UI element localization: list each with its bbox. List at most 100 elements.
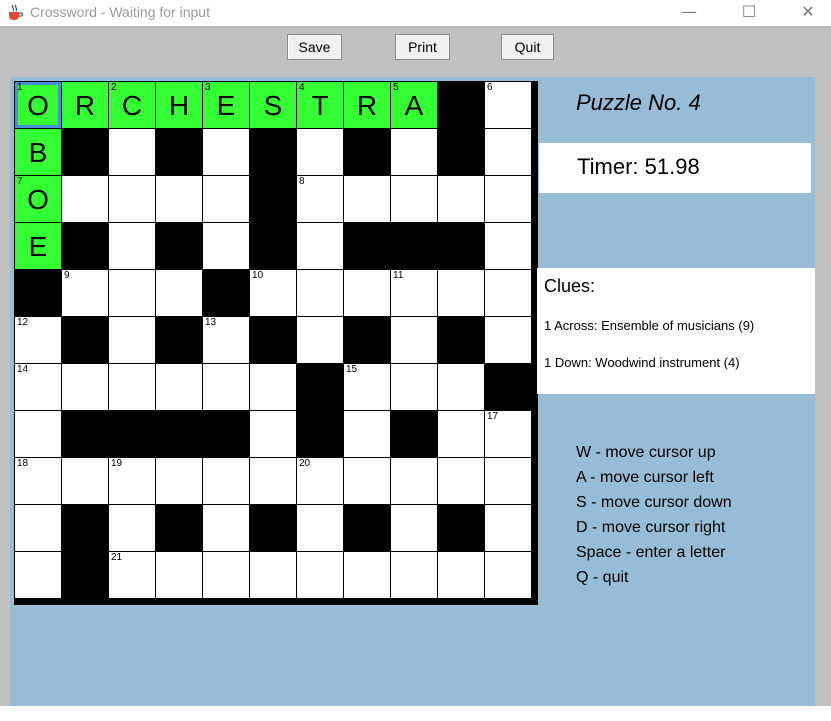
grid-cell[interactable] <box>109 176 155 222</box>
grid-cell[interactable] <box>391 458 437 504</box>
grid-cell[interactable] <box>203 458 249 504</box>
grid-cell[interactable] <box>203 364 249 410</box>
grid-cell[interactable]: B <box>15 129 61 175</box>
crossword-grid[interactable]: 1 O R 2 C H 3 E S 4 T R 5 A 6 B 7 O 8 E 9 10 11 12 13 14 15 17 18 19 2… <box>14 81 538 605</box>
grid-cell-cursor[interactable]: 1O <box>15 82 61 128</box>
grid-cell[interactable] <box>344 176 390 222</box>
grid-cell[interactable] <box>391 176 437 222</box>
close-icon[interactable]: ✕ <box>785 0 831 26</box>
grid-cell[interactable] <box>62 176 108 222</box>
print-button[interactable]: Print <box>395 34 450 60</box>
grid-cell[interactable]: 4T <box>297 82 343 128</box>
grid-cell[interactable]: 12 <box>15 317 61 363</box>
grid-cell[interactable]: 3E <box>203 82 249 128</box>
grid-cell[interactable]: 21 <box>109 552 155 598</box>
grid-cell[interactable]: R <box>62 82 108 128</box>
grid-cell[interactable] <box>203 223 249 269</box>
grid-cell[interactable]: 13 <box>203 317 249 363</box>
grid-cell[interactable]: 6 <box>485 82 531 128</box>
grid-cell[interactable] <box>156 458 202 504</box>
grid-cell[interactable] <box>391 364 437 410</box>
quit-button[interactable]: Quit <box>501 34 554 60</box>
save-button[interactable]: Save <box>287 34 342 60</box>
help-text: W - move cursor up A - move cursor left … <box>576 440 732 590</box>
grid-cell[interactable] <box>344 411 390 457</box>
grid-cell[interactable] <box>438 458 484 504</box>
grid-cell[interactable] <box>203 505 249 551</box>
grid-cell[interactable]: 5A <box>391 82 437 128</box>
grid-cell[interactable] <box>391 317 437 363</box>
grid-cell[interactable] <box>438 411 484 457</box>
grid-cell[interactable] <box>485 223 531 269</box>
grid-cell[interactable] <box>203 552 249 598</box>
grid-cell[interactable]: 10 <box>250 270 296 316</box>
help-line: S - move cursor down <box>576 494 732 511</box>
grid-cell[interactable] <box>344 458 390 504</box>
grid-cell[interactable]: 14 <box>15 364 61 410</box>
grid-cell[interactable] <box>391 505 437 551</box>
grid-cell[interactable] <box>156 176 202 222</box>
grid-cell[interactable] <box>156 364 202 410</box>
grid-cell[interactable] <box>485 176 531 222</box>
grid-cell[interactable] <box>250 552 296 598</box>
grid-cell[interactable] <box>297 270 343 316</box>
maximize-icon[interactable]: ☐ <box>726 0 772 26</box>
grid-cell[interactable] <box>109 317 155 363</box>
grid-cell[interactable] <box>485 458 531 504</box>
grid-cell[interactable] <box>62 458 108 504</box>
grid-cell[interactable] <box>203 129 249 175</box>
grid-cell[interactable]: E <box>15 223 61 269</box>
grid-cell[interactable] <box>344 270 390 316</box>
grid-cell[interactable]: 2C <box>109 82 155 128</box>
grid-cell[interactable] <box>438 176 484 222</box>
grid-cell[interactable] <box>344 552 390 598</box>
grid-cell[interactable] <box>297 552 343 598</box>
grid-cell[interactable] <box>109 223 155 269</box>
grid-cell[interactable] <box>15 552 61 598</box>
grid-cell[interactable] <box>15 411 61 457</box>
grid-cell[interactable] <box>391 129 437 175</box>
grid-cell[interactable]: 19 <box>109 458 155 504</box>
grid-cell[interactable] <box>391 552 437 598</box>
grid-cell[interactable] <box>250 364 296 410</box>
clue-number: 20 <box>299 458 311 469</box>
grid-cell[interactable] <box>156 552 202 598</box>
grid-cell[interactable]: 11 <box>391 270 437 316</box>
minimize-icon[interactable]: — <box>666 0 712 26</box>
grid-cell[interactable] <box>485 552 531 598</box>
grid-cell[interactable] <box>438 270 484 316</box>
grid-cell[interactable]: 18 <box>15 458 61 504</box>
grid-cell[interactable] <box>109 364 155 410</box>
grid-cell[interactable] <box>438 364 484 410</box>
grid-cell[interactable] <box>297 505 343 551</box>
grid-cell[interactable]: 8 <box>297 176 343 222</box>
grid-cell[interactable] <box>297 317 343 363</box>
grid-cell[interactable] <box>485 129 531 175</box>
grid-cell[interactable]: H <box>156 82 202 128</box>
grid-cell[interactable] <box>438 552 484 598</box>
grid-cell[interactable]: 9 <box>62 270 108 316</box>
grid-cell-black <box>156 411 202 457</box>
grid-cell[interactable] <box>109 270 155 316</box>
grid-cell[interactable]: 17 <box>485 411 531 457</box>
grid-cell[interactable] <box>109 129 155 175</box>
grid-cell[interactable]: 15 <box>344 364 390 410</box>
grid-cell[interactable]: S <box>250 82 296 128</box>
clue-number: 19 <box>111 458 123 469</box>
grid-cell[interactable] <box>297 129 343 175</box>
grid-cell[interactable]: 20 <box>297 458 343 504</box>
grid-cell[interactable]: 7O <box>15 176 61 222</box>
grid-cell[interactable] <box>109 505 155 551</box>
grid-cell[interactable] <box>203 176 249 222</box>
grid-cell[interactable] <box>485 270 531 316</box>
grid-cell[interactable] <box>485 317 531 363</box>
grid-cell[interactable]: R <box>344 82 390 128</box>
grid-cell[interactable] <box>250 458 296 504</box>
grid-cell[interactable] <box>156 270 202 316</box>
grid-cell[interactable] <box>297 223 343 269</box>
grid-cell[interactable] <box>62 364 108 410</box>
grid-cell[interactable] <box>250 411 296 457</box>
grid-cell[interactable] <box>485 505 531 551</box>
grid-cell-black <box>344 223 390 269</box>
grid-cell[interactable] <box>15 505 61 551</box>
